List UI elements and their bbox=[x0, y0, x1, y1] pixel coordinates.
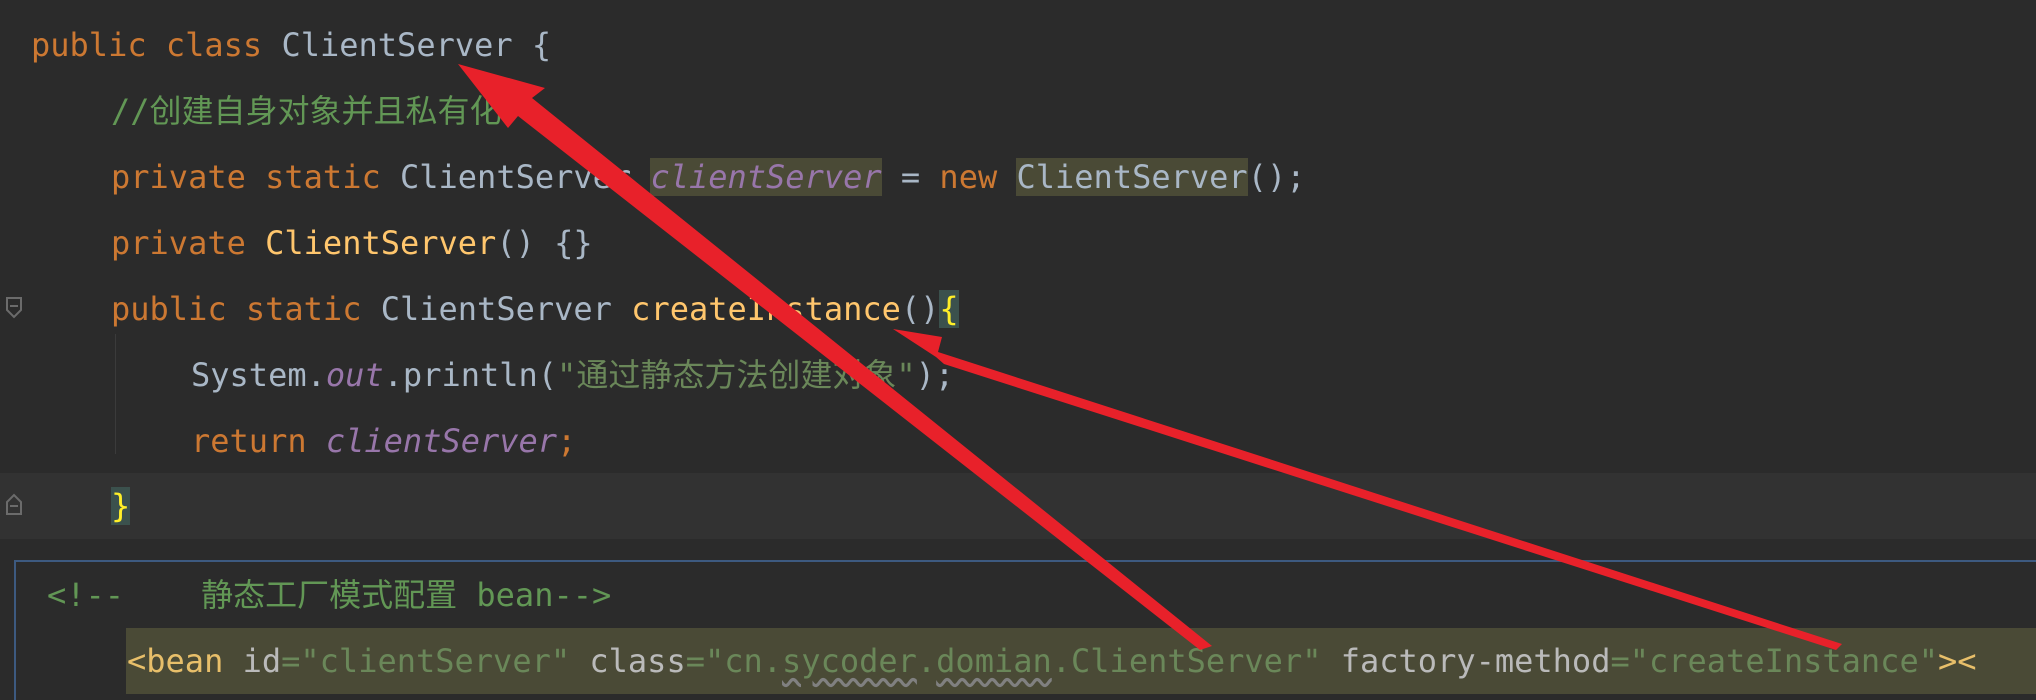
fold-marker-icon[interactable] bbox=[4, 296, 24, 320]
constructor-body: () {} bbox=[496, 224, 593, 262]
value-class-domian: domian bbox=[936, 642, 1052, 680]
line-comment: //创建自身对象并且私有化 bbox=[111, 92, 502, 130]
code-line-println[interactable]: System.out.println("通过静态方法创建对象"); bbox=[191, 342, 954, 408]
value-class-dot: . bbox=[916, 642, 937, 680]
keyword-static: static bbox=[245, 290, 362, 328]
code-line-return[interactable]: return clientServer; bbox=[191, 408, 576, 474]
class-name: ClientServer bbox=[281, 26, 513, 64]
method-parens: () bbox=[900, 290, 940, 328]
keyword-private: private bbox=[111, 224, 246, 262]
comment-text: 静态工厂模式配置 bean bbox=[201, 576, 554, 614]
current-line-highlight bbox=[0, 473, 2036, 539]
constructor-call: ClientServer bbox=[1016, 158, 1248, 196]
keyword-public: public bbox=[111, 290, 227, 328]
value-class-sycoder: sycoder bbox=[782, 642, 917, 680]
code-line-field[interactable]: private static ClientServer clientServer… bbox=[111, 144, 1305, 210]
xml-bean-line[interactable]: <bean id="clientServer" class="cn.sycode… bbox=[127, 628, 1977, 694]
keyword-static: static bbox=[265, 158, 381, 196]
bean-tag-close: >< bbox=[1937, 642, 1977, 680]
xml-editor-pane[interactable]: <!-- 静态工厂模式配置 bean--> <bean id="clientSe… bbox=[14, 560, 2036, 700]
keyword-private: private bbox=[111, 158, 246, 196]
keyword-public: public bbox=[31, 26, 147, 64]
constructor-tail: (); bbox=[1247, 158, 1306, 196]
system-ref: System. bbox=[191, 356, 326, 394]
code-line-method-decl[interactable]: public static ClientServer createInstanc… bbox=[111, 276, 959, 342]
xml-comment-line[interactable]: <!-- 静态工厂模式配置 bean--> bbox=[47, 562, 611, 628]
value-class-package: cn. bbox=[724, 642, 783, 680]
assign-operator: = bbox=[900, 158, 921, 196]
keyword-class: class bbox=[165, 26, 263, 64]
code-line-close-brace[interactable]: } bbox=[111, 473, 131, 539]
attr-class: class bbox=[589, 642, 686, 680]
constructor-name: ClientServer bbox=[265, 224, 497, 262]
value-factory-method: "createInstance" bbox=[1629, 642, 1938, 680]
indent-guide bbox=[115, 334, 116, 454]
matched-close-brace: } bbox=[111, 487, 131, 525]
attr-id: id bbox=[242, 642, 282, 680]
method-name: createInstance bbox=[631, 290, 901, 328]
code-line-private-ctor[interactable]: private ClientServer() {} bbox=[111, 210, 593, 276]
bean-tag-open: <bean bbox=[127, 642, 224, 680]
comment-open: <!-- bbox=[47, 576, 125, 614]
matched-open-brace: { bbox=[939, 290, 959, 328]
value-class-rest: .ClientServer" bbox=[1051, 642, 1322, 680]
return-type: ClientServer bbox=[380, 290, 612, 328]
keyword-new: new bbox=[939, 158, 998, 196]
java-editor-pane[interactable]: public class ClientServer { //创建自身对象并且私有… bbox=[0, 0, 2036, 558]
fold-end-marker-icon[interactable] bbox=[4, 492, 24, 516]
static-out: out bbox=[325, 356, 384, 394]
attr-factory-method: factory-method bbox=[1340, 642, 1611, 680]
code-line-class-decl[interactable]: public class ClientServer { bbox=[31, 12, 551, 78]
open-brace: { bbox=[531, 26, 552, 64]
keyword-return: return bbox=[191, 422, 307, 460]
value-class-quote: " bbox=[704, 642, 725, 680]
call-end: ); bbox=[915, 356, 955, 394]
static-field-name: clientServer bbox=[650, 158, 882, 196]
static-field-ref: clientServer bbox=[325, 422, 558, 460]
string-literal: "通过静态方法创建对象" bbox=[557, 356, 916, 394]
semicolon: ; bbox=[557, 422, 577, 460]
field-type: ClientServer bbox=[399, 158, 632, 196]
value-id: "clientServer" bbox=[300, 642, 571, 680]
comment-close: --> bbox=[553, 576, 612, 614]
code-line-comment[interactable]: //创建自身对象并且私有化 bbox=[111, 78, 502, 144]
println-call: .println( bbox=[383, 356, 558, 394]
